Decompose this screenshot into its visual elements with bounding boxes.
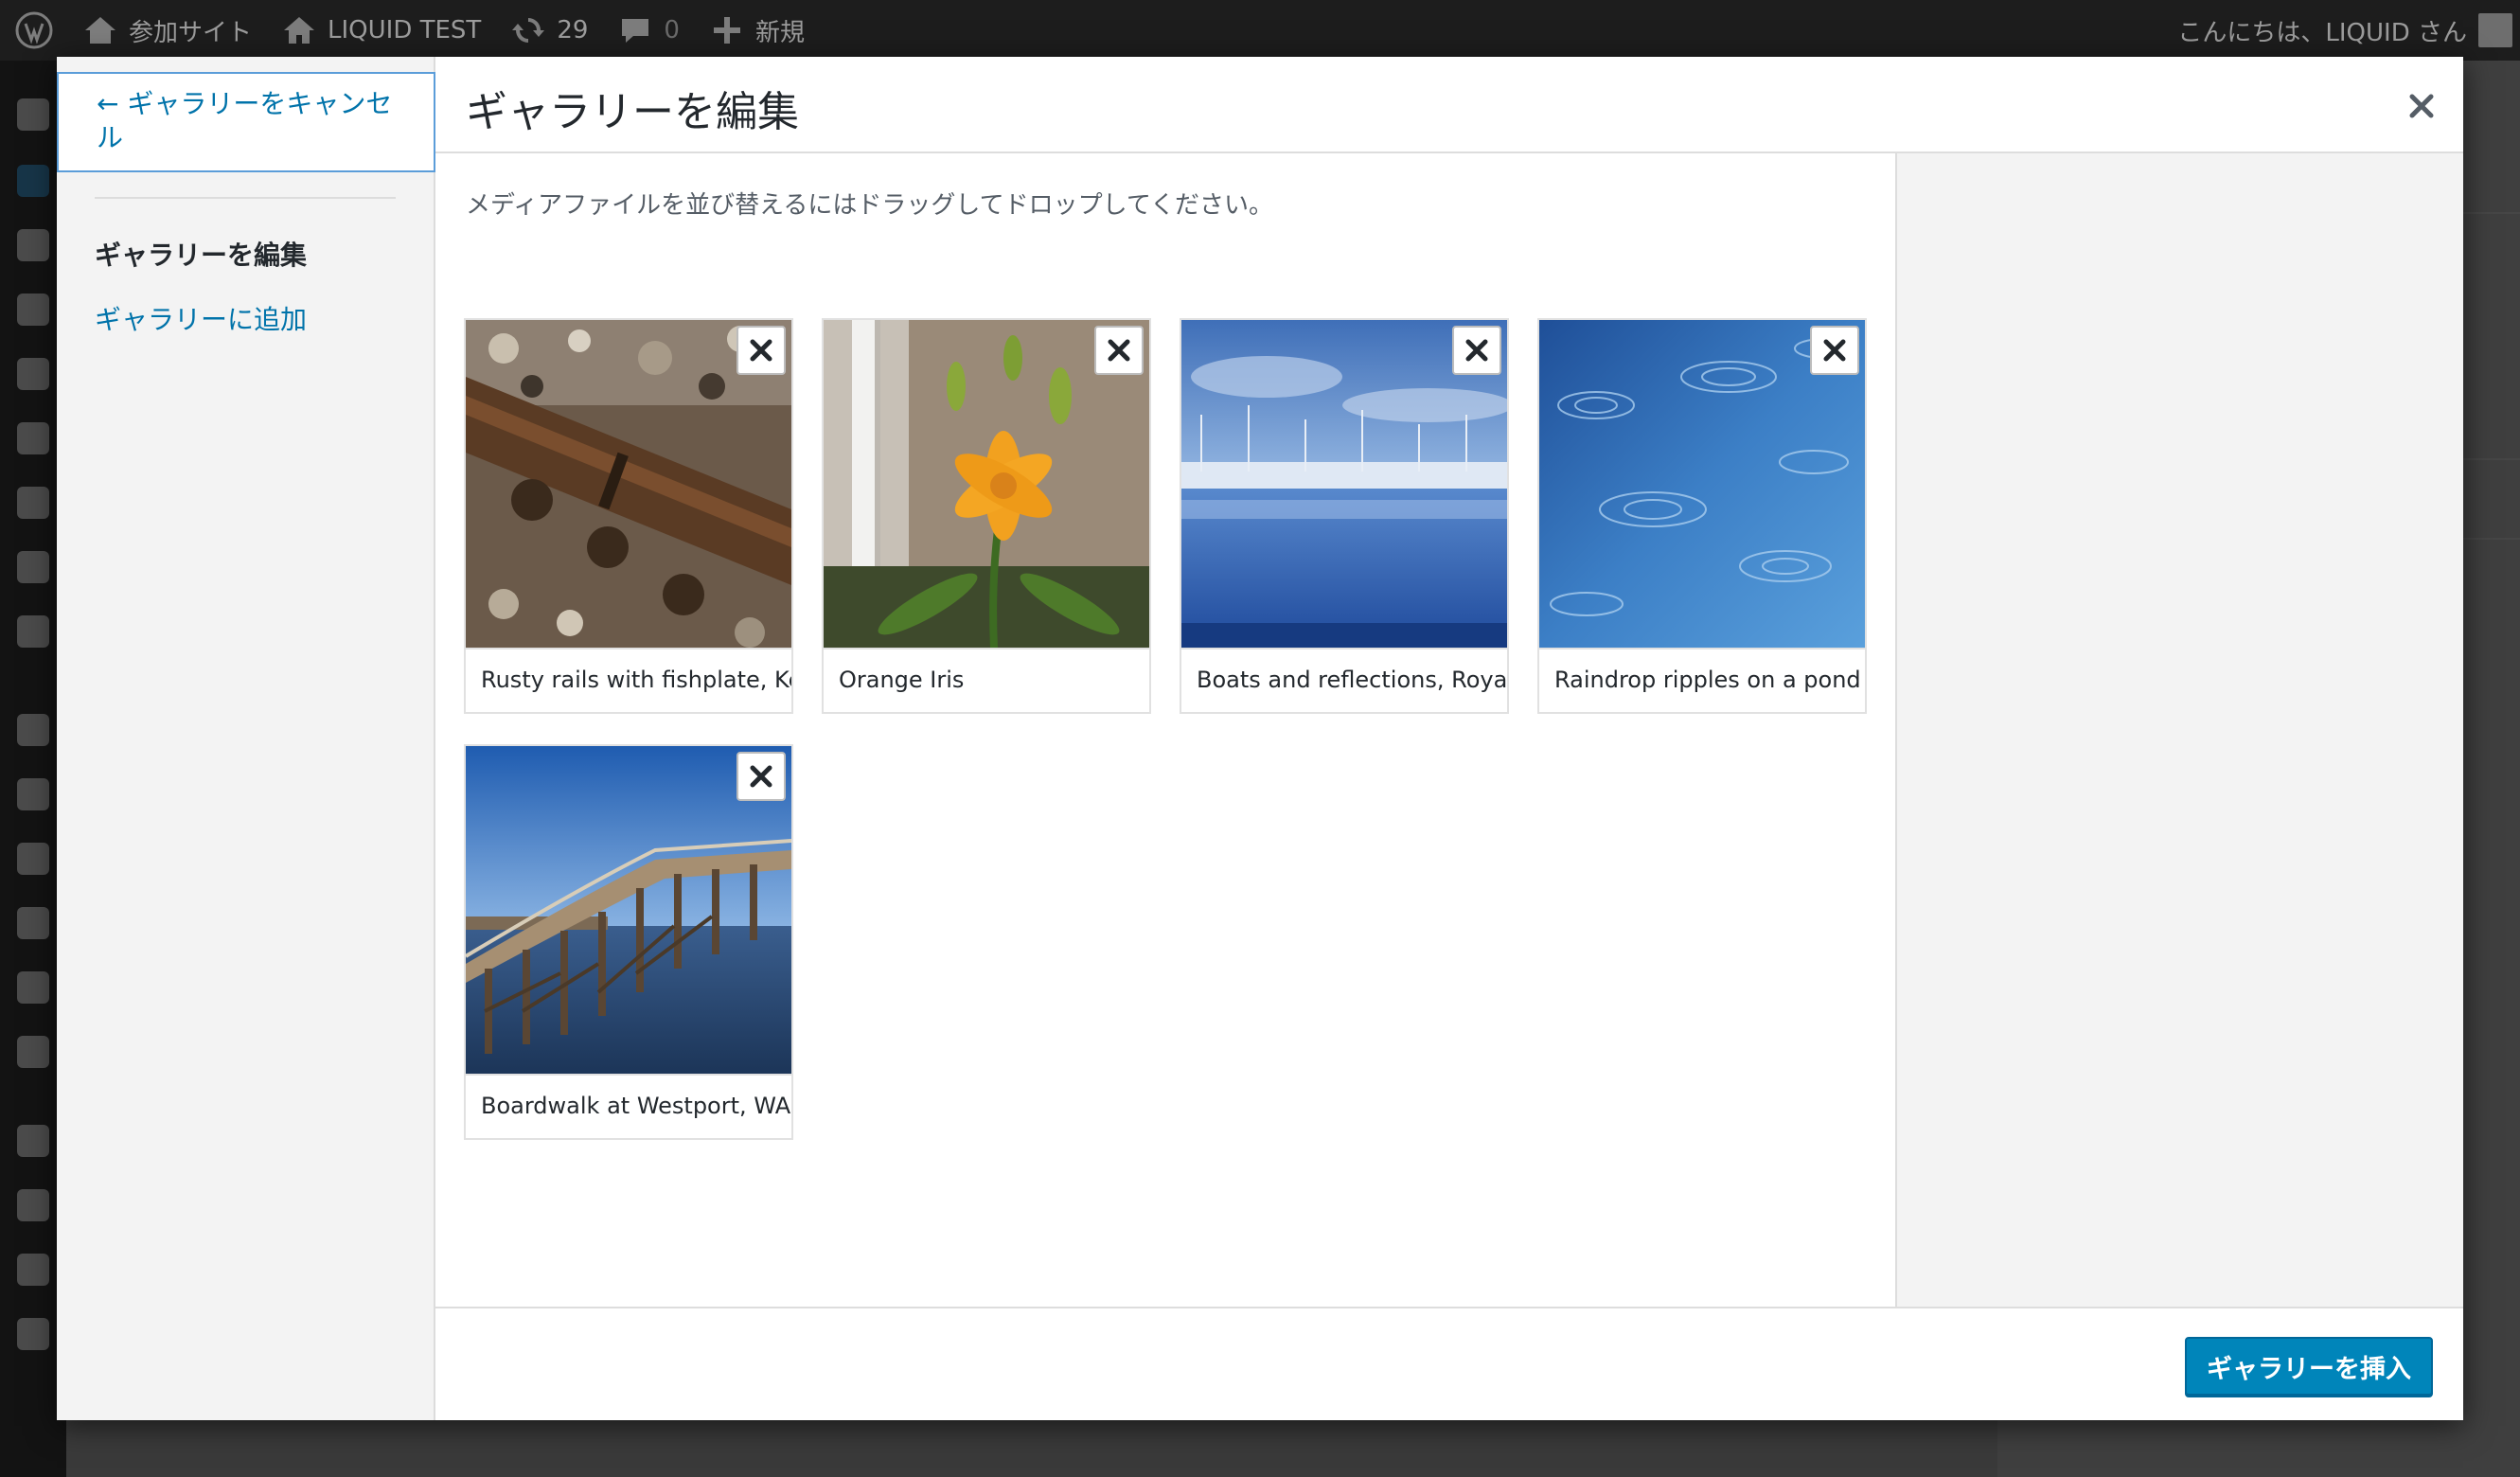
- analytics-icon[interactable]: [17, 1036, 49, 1068]
- remove-attachment-button[interactable]: [1094, 326, 1144, 375]
- my-sites-menu[interactable]: 参加サイト: [68, 0, 267, 61]
- remove-icon: [1823, 339, 1846, 362]
- comments-menu-icon[interactable]: [17, 358, 49, 390]
- pin-icon-2[interactable]: [17, 487, 49, 519]
- attachment-item[interactable]: Rusty rails with fishplate, Kel: [464, 318, 793, 714]
- close-button[interactable]: [2401, 85, 2442, 127]
- sites-icon: [85, 17, 115, 44]
- yoast-icon[interactable]: [17, 778, 49, 810]
- remove-icon: [750, 339, 772, 362]
- remove-attachment-button[interactable]: [1452, 326, 1501, 375]
- attachment-item[interactable]: Boardwalk at Westport, WA: [464, 744, 793, 1140]
- remove-attachment-button[interactable]: [1810, 326, 1859, 375]
- menu-item-add-to-gallery[interactable]: ギャラリーに追加: [95, 299, 307, 337]
- attachment-caption[interactable]: Boats and reflections, Royal: [1181, 648, 1507, 712]
- users-icon[interactable]: [17, 907, 49, 939]
- attachment-caption[interactable]: Orange Iris: [824, 648, 1149, 712]
- dashboard-icon[interactable]: [17, 98, 49, 131]
- media-modal: ← ギャラリーをキャンセル ギャラリーを編集 ギャラリーに追加 ギャラリーを編集…: [57, 57, 2463, 1420]
- attachment-caption[interactable]: Boardwalk at Westport, WA: [466, 1074, 791, 1138]
- refresh-icon: [512, 18, 545, 43]
- plus-icon: [713, 17, 740, 44]
- wordpress-logo[interactable]: [0, 0, 68, 61]
- settings-icon[interactable]: [17, 1254, 49, 1286]
- attachment-caption[interactable]: Raindrop ripples on a pond: [1539, 648, 1865, 712]
- remove-attachment-button[interactable]: [736, 752, 786, 801]
- updates-count: 29: [557, 16, 589, 44]
- pin-icon-3[interactable]: [17, 551, 49, 583]
- close-icon: [2409, 94, 2434, 118]
- edit-icon[interactable]: [17, 1189, 49, 1221]
- qr-icon[interactable]: [17, 1125, 49, 1157]
- cancel-gallery-button[interactable]: ← ギャラリーをキャンセル: [57, 72, 435, 172]
- media-icon[interactable]: [17, 229, 49, 261]
- comments-count: 0: [664, 16, 680, 44]
- my-account-menu[interactable]: こんにちは、LIQUID さん: [2162, 0, 2520, 61]
- site-name-menu[interactable]: LIQUID TEST: [267, 0, 496, 61]
- modal-title: ギャラリーを編集: [466, 88, 799, 136]
- greeting-label: こんにちは、LIQUID さん: [2177, 18, 2467, 47]
- attachments-browser: メディアファイルを並び替えるにはドラッグしてドロップしてください。 Rusty …: [435, 153, 1897, 1307]
- insert-gallery-button[interactable]: ギャラリーを挿入: [2185, 1337, 2433, 1396]
- remove-attachment-button[interactable]: [736, 326, 786, 375]
- my-sites-label: 参加サイト: [129, 18, 253, 47]
- site-name-label: LIQUID TEST: [328, 16, 482, 44]
- menu-separator: [95, 197, 396, 199]
- remove-icon: [1108, 339, 1130, 362]
- media-menu: ← ギャラリーをキャンセル ギャラリーを編集 ギャラリーに追加: [57, 57, 435, 1420]
- admin-bar: 参加サイト LIQUID TEST 29 0 新規 こんにちは、LIQUID さ…: [0, 0, 2520, 61]
- pin-icon[interactable]: [17, 422, 49, 454]
- attachment-item[interactable]: Raindrop ripples on a pond: [1537, 318, 1867, 714]
- attachment-item[interactable]: Boats and reflections, Royal: [1180, 318, 1509, 714]
- comment-icon: [622, 19, 649, 43]
- media-sidebar: [1897, 153, 2463, 1307]
- updates-menu[interactable]: 29: [496, 0, 603, 61]
- mail-icon[interactable]: [17, 615, 49, 648]
- wordpress-icon: [15, 11, 53, 49]
- attachment-item[interactable]: Orange Iris: [822, 318, 1151, 714]
- plugins-icon[interactable]: [17, 843, 49, 875]
- play-icon[interactable]: [17, 1318, 49, 1350]
- posts-icon[interactable]: [17, 165, 49, 197]
- comments-menu[interactable]: 0: [603, 0, 695, 61]
- remove-icon: [750, 765, 772, 788]
- avatar: [2478, 13, 2512, 47]
- pages-icon[interactable]: [17, 294, 49, 326]
- new-content-label: 新規: [754, 18, 805, 47]
- home-icon: [284, 17, 315, 44]
- sort-instructions: メディアファイルを並び替えるにはドラッグしてドロップしてください。: [466, 191, 1274, 220]
- appearance-icon[interactable]: [17, 714, 49, 746]
- attachment-caption[interactable]: Rusty rails with fishplate, Kel: [466, 648, 791, 712]
- modal-toolbar: ギャラリーを挿入: [435, 1307, 2463, 1420]
- new-content-menu[interactable]: 新規: [695, 0, 820, 61]
- remove-icon: [1465, 339, 1488, 362]
- modal-header: ギャラリーを編集: [435, 57, 2463, 153]
- tools-icon[interactable]: [17, 971, 49, 1004]
- menu-item-edit-gallery[interactable]: ギャラリーを編集: [95, 235, 307, 273]
